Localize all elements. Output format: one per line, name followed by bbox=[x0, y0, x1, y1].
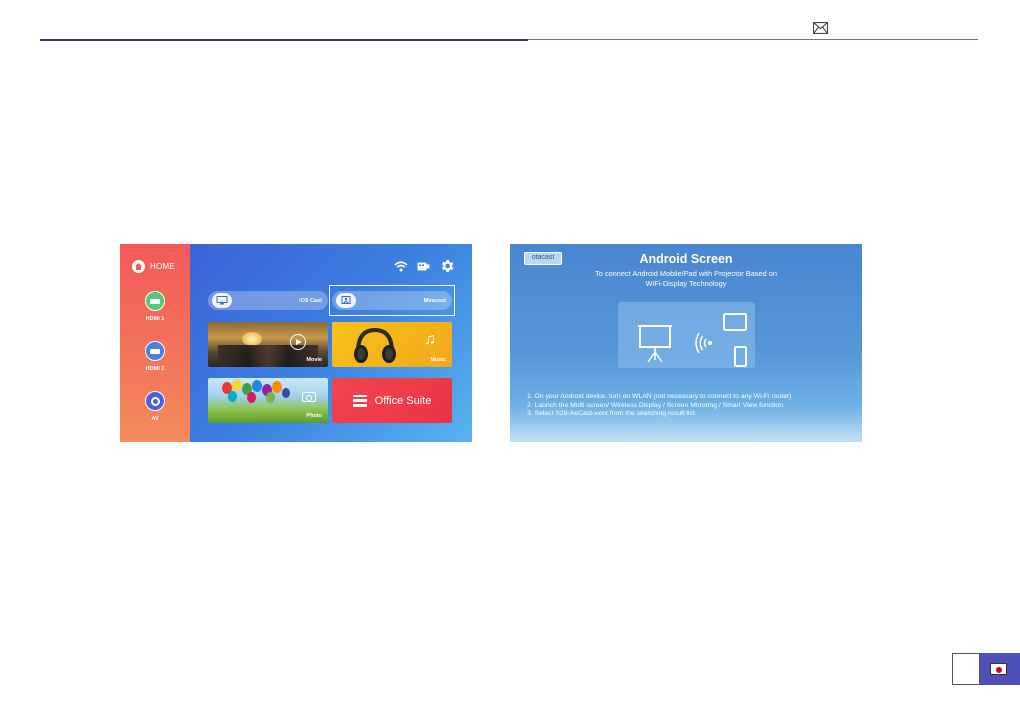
source-hdmi-1[interactable]: HDMI 1 bbox=[120, 291, 190, 322]
step-item: 2. Launch the Multi-screen/ Wireless Dis… bbox=[527, 401, 783, 409]
office-suite-tile[interactable]: Office Suite bbox=[332, 378, 452, 423]
hdmi-icon bbox=[145, 341, 165, 361]
photo-tile[interactable]: Photo bbox=[208, 378, 328, 423]
subtitle-line: WiFi-Display Technology bbox=[645, 279, 727, 288]
screen-subtitle: To connect Android Mobile/Pad with Proje… bbox=[510, 269, 862, 289]
header-rule bbox=[40, 39, 528, 41]
ios-cast-button[interactable]: iOS Cast bbox=[208, 291, 328, 310]
music-label: Music bbox=[430, 357, 446, 363]
source-hdmi-2[interactable]: HDMI 2 bbox=[120, 341, 190, 372]
gear-icon[interactable] bbox=[439, 258, 455, 274]
airplay-icon bbox=[212, 293, 232, 308]
phone-icon bbox=[734, 346, 747, 367]
android-screen-screenshot: otacast Android Screen To connect Androi… bbox=[510, 244, 862, 442]
av-icon bbox=[145, 391, 165, 411]
movie-label: Movie bbox=[306, 357, 322, 363]
camera-icon bbox=[302, 392, 316, 402]
source-sidebar: HOME HDMI 1 HDMI 2 AV bbox=[120, 244, 190, 442]
headphones-image bbox=[354, 327, 396, 363]
music-tile[interactable]: ♫ Music bbox=[332, 322, 452, 367]
home-button[interactable]: HOME bbox=[132, 260, 175, 273]
header-rule-accent bbox=[528, 39, 978, 40]
language-tab[interactable] bbox=[980, 653, 1020, 685]
source-av[interactable]: AV bbox=[120, 391, 190, 422]
hdmi-icon bbox=[145, 291, 165, 311]
step-item: 1. On your Android device, turn on WLAN … bbox=[527, 393, 792, 400]
source-label: HDMI 1 bbox=[145, 316, 165, 322]
launcher-screenshot: HOME HDMI 1 HDMI 2 AV iOS Cast Miracast … bbox=[120, 244, 472, 442]
ios-cast-label: iOS Cast bbox=[299, 297, 322, 304]
source-label: AV bbox=[151, 416, 159, 422]
step-item: 3. Select S28-AeCast-xxxx from the searc… bbox=[527, 410, 697, 417]
movie-tile[interactable]: Movie bbox=[208, 322, 328, 367]
document-list-icon bbox=[352, 394, 367, 407]
connection-illustration bbox=[618, 302, 755, 368]
wireless-signal-icon bbox=[695, 332, 713, 354]
projector-screen-icon bbox=[638, 325, 672, 363]
wifi-icon bbox=[394, 260, 408, 271]
play-icon bbox=[290, 334, 306, 350]
screen-title: Android Screen bbox=[639, 252, 733, 266]
office-suite-label: Office Suite bbox=[374, 394, 432, 407]
japan-flag-icon bbox=[990, 663, 1007, 675]
photo-label: Photo bbox=[306, 413, 322, 419]
mail-icon[interactable] bbox=[813, 22, 828, 34]
tablet-icon bbox=[723, 313, 747, 331]
source-label: HDMI 2 bbox=[145, 366, 165, 372]
usb-icon bbox=[417, 262, 430, 270]
instruction-steps: 1. On your Android device, turn on WLAN … bbox=[527, 393, 857, 419]
subtitle-line: To connect Android Mobile/Pad with Proje… bbox=[595, 269, 777, 278]
home-label: HOME bbox=[150, 262, 175, 271]
home-icon bbox=[132, 260, 145, 273]
focus-highlight bbox=[329, 285, 455, 316]
music-note-icon: ♫ bbox=[424, 331, 436, 348]
status-bar bbox=[394, 258, 455, 274]
page-number-box bbox=[952, 653, 980, 685]
